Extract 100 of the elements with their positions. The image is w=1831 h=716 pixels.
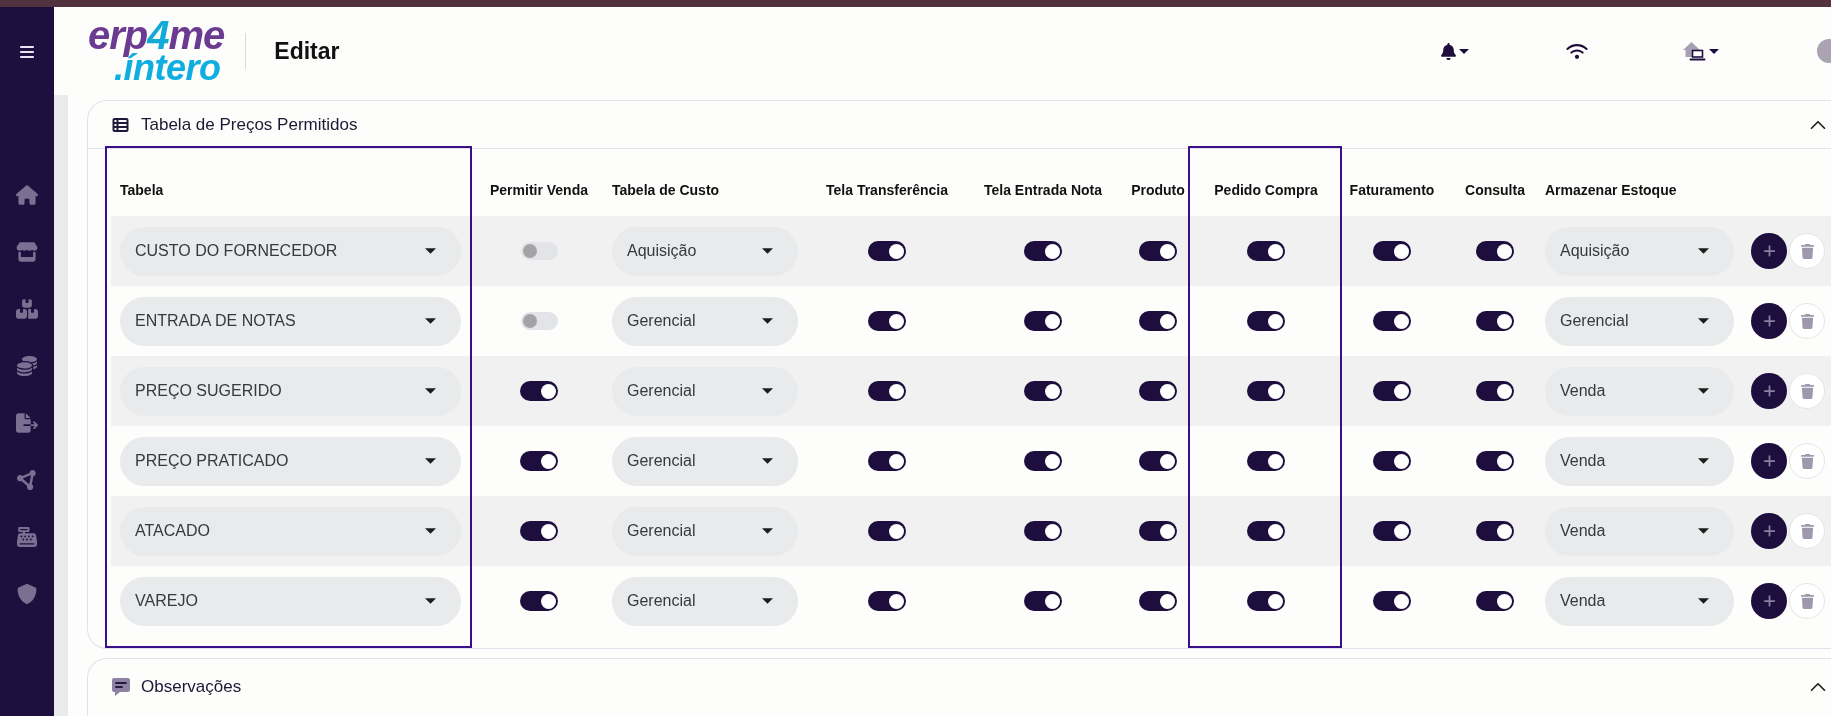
add-button[interactable]	[1751, 583, 1787, 619]
caret-icon	[425, 318, 436, 324]
select-field[interactable]: Venda	[1545, 436, 1734, 486]
coins-icon[interactable]	[16, 356, 38, 376]
toggle-switch[interactable]	[1476, 591, 1514, 611]
toggle-switch[interactable]	[1139, 451, 1177, 471]
toggle-switch[interactable]	[1373, 451, 1411, 471]
home-laptop-icon[interactable]	[1683, 41, 1707, 61]
column-header: Tabela de Custo	[612, 181, 720, 200]
select-field[interactable]: VAREJO	[120, 576, 461, 626]
plus-icon	[1762, 524, 1776, 538]
caret-icon	[762, 598, 773, 604]
shield-icon[interactable]	[16, 584, 38, 604]
plus-icon	[1762, 594, 1776, 608]
toggle-switch[interactable]	[1247, 381, 1285, 401]
caret-icon	[1698, 388, 1709, 394]
select-field[interactable]: Gerencial	[612, 366, 798, 416]
comment-icon	[112, 678, 130, 696]
add-button[interactable]	[1751, 303, 1787, 339]
toggle-switch[interactable]	[1476, 241, 1514, 261]
toggle-switch[interactable]	[1247, 241, 1285, 261]
column-header: Tela Transferência	[826, 181, 948, 200]
toggle-switch[interactable]	[520, 521, 558, 541]
toggle-switch[interactable]	[1247, 311, 1285, 331]
toggle-switch[interactable]	[520, 242, 558, 260]
select-field[interactable]: Gerencial	[612, 296, 798, 346]
toggle-switch[interactable]	[868, 381, 906, 401]
caret-icon	[1709, 48, 1719, 54]
caret-icon	[425, 388, 436, 394]
column-header: Pedido Compra	[1214, 181, 1318, 200]
toggle-switch[interactable]	[520, 381, 558, 401]
section-title: Observações	[141, 676, 242, 699]
wifi-icon[interactable]	[1566, 42, 1588, 60]
select-field[interactable]: Aquisição	[1545, 226, 1734, 276]
plus-icon	[1762, 244, 1776, 258]
toggle-switch[interactable]	[520, 451, 558, 471]
toggle-switch[interactable]	[1247, 521, 1285, 541]
toggle-switch[interactable]	[1476, 311, 1514, 331]
select-field[interactable]: Venda	[1545, 506, 1734, 556]
toggle-switch[interactable]	[1024, 521, 1062, 541]
toggle-switch[interactable]	[1247, 451, 1285, 471]
toggle-switch[interactable]	[1373, 591, 1411, 611]
toggle-switch[interactable]	[1139, 521, 1177, 541]
select-field[interactable]: Aquisição	[612, 226, 798, 276]
toggle-switch[interactable]	[1476, 451, 1514, 471]
toggle-switch[interactable]	[868, 311, 906, 331]
select-field[interactable]: PREÇO SUGERIDO	[120, 366, 461, 416]
caret-icon	[425, 458, 436, 464]
store-icon[interactable]	[16, 242, 38, 262]
toggle-switch[interactable]	[868, 521, 906, 541]
toggle-switch[interactable]	[868, 591, 906, 611]
toggle-switch[interactable]	[1024, 381, 1062, 401]
select-field[interactable]: CUSTO DO FORNECEDOR	[120, 226, 461, 276]
toggle-switch[interactable]	[868, 451, 906, 471]
select-field[interactable]: Gerencial	[612, 436, 798, 486]
home-icon[interactable]	[16, 185, 38, 205]
caret-icon	[762, 528, 773, 534]
toggle-switch[interactable]	[1476, 381, 1514, 401]
trash-icon	[1800, 313, 1814, 329]
toggle-switch[interactable]	[1373, 311, 1411, 331]
select-field[interactable]: Venda	[1545, 576, 1734, 626]
toggle-switch[interactable]	[520, 591, 558, 611]
nodes-icon[interactable]	[16, 470, 38, 490]
toggle-switch[interactable]	[1476, 521, 1514, 541]
toggle-switch[interactable]	[1024, 241, 1062, 261]
toggle-switch[interactable]	[1139, 381, 1177, 401]
page-title: Editar	[274, 36, 340, 66]
toggle-switch[interactable]	[1247, 591, 1285, 611]
toggle-switch[interactable]	[868, 241, 906, 261]
bell-icon[interactable]	[1441, 42, 1456, 60]
select-field[interactable]: PREÇO PRATICADO	[120, 436, 461, 486]
column-header: Faturamento	[1349, 181, 1435, 200]
file-export-icon[interactable]	[16, 413, 38, 433]
caret-icon	[762, 458, 773, 464]
trash-icon	[1800, 383, 1814, 399]
column-header: Tela Entrada Nota	[984, 181, 1102, 200]
cash-register-icon[interactable]	[16, 527, 38, 547]
boxes-icon[interactable]	[16, 299, 38, 319]
caret-icon	[1459, 48, 1469, 54]
select-field[interactable]: Gerencial	[612, 576, 798, 626]
select-field[interactable]: Gerencial	[1545, 296, 1734, 346]
toggle-switch[interactable]	[1373, 381, 1411, 401]
toggle-switch[interactable]	[1139, 591, 1177, 611]
toggle-switch[interactable]	[1139, 311, 1177, 331]
select-field[interactable]: ATACADO	[120, 506, 461, 556]
plus-icon	[1762, 454, 1776, 468]
table-icon	[112, 116, 129, 133]
toggle-switch[interactable]	[1024, 451, 1062, 471]
caret-icon	[1698, 458, 1709, 464]
add-button[interactable]	[1751, 443, 1787, 479]
toggle-switch[interactable]	[1024, 591, 1062, 611]
select-field[interactable]: Venda	[1545, 366, 1734, 416]
toggle-switch[interactable]	[1139, 241, 1177, 261]
menu-icon[interactable]	[19, 44, 35, 60]
toggle-switch[interactable]	[1373, 521, 1411, 541]
toggle-switch[interactable]	[1024, 311, 1062, 331]
select-field[interactable]: Gerencial	[612, 506, 798, 556]
select-field[interactable]: ENTRADA DE NOTAS	[120, 296, 461, 346]
toggle-switch[interactable]	[520, 312, 558, 330]
toggle-switch[interactable]	[1373, 241, 1411, 261]
